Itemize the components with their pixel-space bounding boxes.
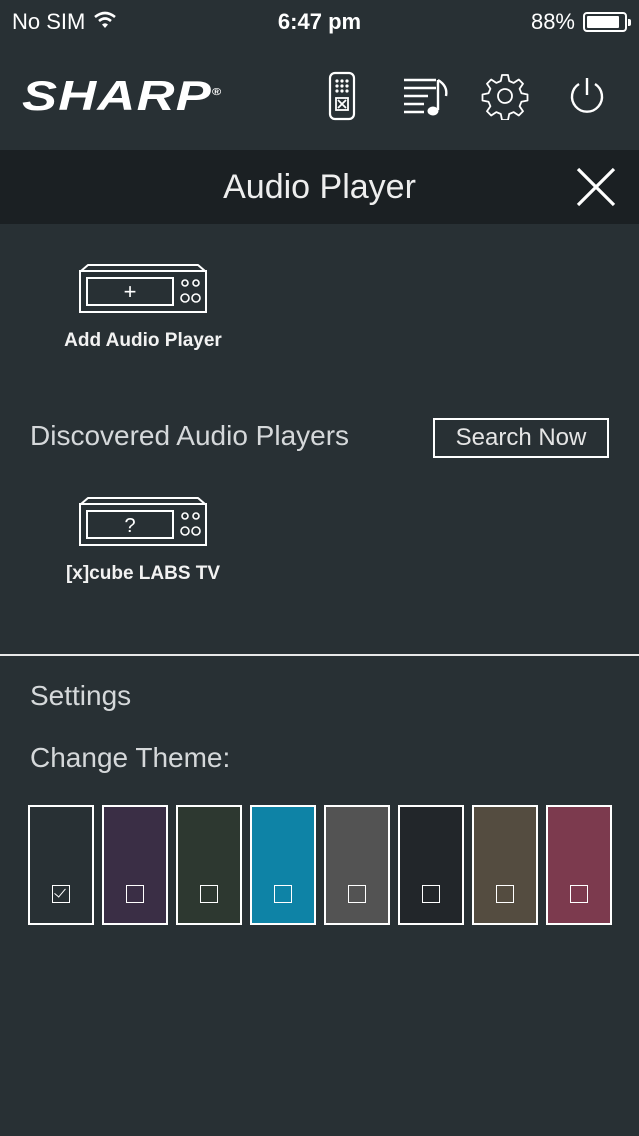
page-title: Audio Player xyxy=(223,168,416,206)
unknown-glyph: ? xyxy=(124,515,135,537)
add-glyph: + xyxy=(124,279,137,304)
playlist-music-icon[interactable] xyxy=(394,66,454,126)
theme-checkbox[interactable] xyxy=(422,885,440,903)
theme-checkbox[interactable] xyxy=(570,885,588,903)
theme-swatch[interactable] xyxy=(546,805,612,925)
device-label: [x]cube LABS TV xyxy=(65,563,221,584)
power-icon[interactable] xyxy=(557,66,617,126)
discovered-device-item[interactable]: ? [x]cube LABS TV xyxy=(13,495,273,585)
settings-title: Settings xyxy=(30,680,132,711)
theme-swatch[interactable] xyxy=(250,805,316,925)
status-right: 88% xyxy=(530,9,631,35)
theme-checkbox[interactable] xyxy=(274,885,292,903)
remote-icon[interactable] xyxy=(312,66,372,126)
panel-header: Audio Player xyxy=(0,150,639,224)
battery-fill xyxy=(587,16,619,28)
status-bar: No SIM 6:47 pm 88% xyxy=(0,0,639,44)
battery-icon xyxy=(583,12,631,32)
sharp-logo: SHARP® xyxy=(22,72,223,119)
section-divider xyxy=(0,654,639,656)
gear-icon[interactable] xyxy=(475,66,535,126)
add-audio-player-button[interactable]: + Add Audio Player xyxy=(13,262,273,352)
theme-swatch[interactable] xyxy=(472,805,538,925)
close-button[interactable] xyxy=(575,166,617,208)
theme-swatch[interactable] xyxy=(28,805,94,925)
audio-player-add-icon: + xyxy=(79,264,207,313)
battery-percent: 88% xyxy=(530,9,575,34)
app-header: SHARP® xyxy=(0,44,639,148)
theme-checkbox-checked[interactable] xyxy=(52,885,70,903)
close-icon xyxy=(576,167,616,207)
add-audio-player-label: Add Audio Player xyxy=(64,330,222,351)
theme-checkbox[interactable] xyxy=(348,885,366,903)
discovered-title: Discovered Audio Players xyxy=(30,420,350,451)
theme-swatch[interactable] xyxy=(324,805,390,925)
theme-swatch[interactable] xyxy=(176,805,242,925)
theme-checkbox[interactable] xyxy=(496,885,514,903)
theme-swatch[interactable] xyxy=(398,805,464,925)
audio-player-unknown-icon: ? xyxy=(79,497,207,546)
theme-checkbox[interactable] xyxy=(200,885,218,903)
search-now-button[interactable]: Search Now xyxy=(433,418,609,458)
theme-checkbox[interactable] xyxy=(126,885,144,903)
change-theme-label: Change Theme: xyxy=(30,742,231,773)
theme-swatch[interactable] xyxy=(102,805,168,925)
